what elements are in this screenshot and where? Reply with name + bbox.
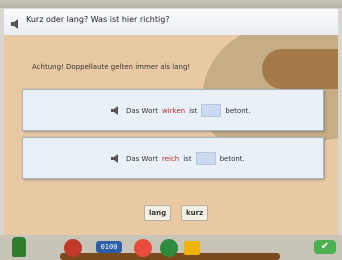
landscape-hill-shadow xyxy=(262,49,338,89)
speaker-icon[interactable] xyxy=(10,15,22,29)
sentence-suffix: betont. xyxy=(225,106,251,115)
hand-icon[interactable] xyxy=(64,239,82,257)
bars-icon[interactable] xyxy=(184,241,200,255)
app-window: Kurz oder lang? Was ist hier richtig? Ac… xyxy=(0,0,342,260)
question-bar: Kurz oder lang? Was ist hier richtig? xyxy=(4,9,338,36)
exercise-area: Achtung! Doppellaute gelten immer als la… xyxy=(4,35,338,235)
sentence-row: Das Wort wirken ist betont. xyxy=(111,104,251,117)
answer-slot[interactable] xyxy=(195,152,216,165)
exercise-card-2: Das Wort reich ist betont. xyxy=(22,137,324,179)
question-text: Kurz oder lang? Was ist hier richtig? xyxy=(26,15,170,24)
sentence-prefix: Das Wort xyxy=(126,154,158,163)
counter-icon[interactable]: 0100 xyxy=(96,241,122,253)
target-word: reich xyxy=(161,154,180,163)
sentence-row: Das Wort reich ist betont. xyxy=(111,152,245,165)
sentence-middle: ist xyxy=(183,154,192,163)
sentence-middle: ist xyxy=(189,106,198,115)
bottom-toolbar: 0100 ✔ xyxy=(0,235,342,260)
window-titlebar xyxy=(0,0,342,8)
speaker-icon[interactable] xyxy=(111,154,122,163)
gauge-icon[interactable] xyxy=(134,239,152,257)
hint-text: Achtung! Doppellaute gelten immer als la… xyxy=(32,63,191,71)
check-icon[interactable]: ✔ xyxy=(314,240,336,254)
answer-slot[interactable] xyxy=(201,104,222,117)
exercise-card-1: Das Wort wirken ist betont. xyxy=(22,89,324,131)
sentence-prefix: Das Wort xyxy=(126,106,158,115)
exit-icon[interactable] xyxy=(12,237,26,257)
sentence-suffix: betont. xyxy=(219,154,245,163)
target-word: wirken xyxy=(161,106,186,115)
speaker-icon[interactable] xyxy=(111,106,122,115)
lang-button[interactable]: lang xyxy=(144,205,172,221)
kurz-button[interactable]: kurz xyxy=(181,205,209,221)
green-icon[interactable] xyxy=(160,239,178,257)
